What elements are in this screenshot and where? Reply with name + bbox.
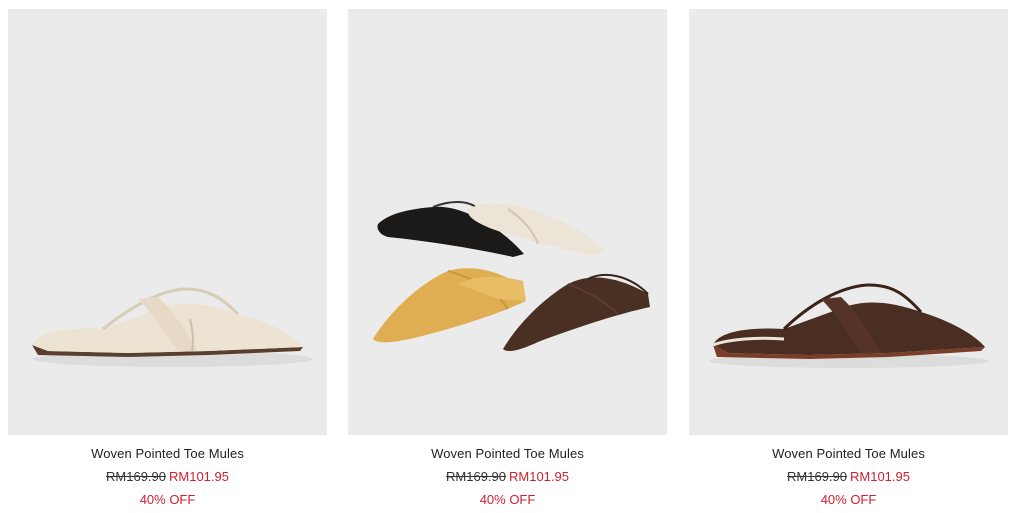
product-grid: Woven Pointed Toe Mules RM169.90 RM101.95… (0, 0, 1015, 513)
product-name[interactable]: Woven Pointed Toe Mules (689, 445, 1008, 462)
original-price: RM169.90 (106, 469, 166, 484)
discount-label: 40% OFF (820, 492, 877, 507)
original-price: RM169.90 (787, 469, 847, 484)
original-price: RM169.90 (446, 469, 506, 484)
price-row: RM169.90 RM101.95 (348, 468, 667, 485)
product-name[interactable]: Woven Pointed Toe Mules (8, 445, 327, 462)
price-row: RM169.90 RM101.95 (8, 468, 327, 485)
product-card[interactable]: Woven Pointed Toe Mules RM169.90 RM101.95… (689, 9, 1008, 508)
sale-price: RM101.95 (509, 469, 569, 484)
chalk-mule-illustration (32, 287, 313, 367)
group-mules-illustration (373, 201, 650, 352)
price-row: RM169.90 RM101.95 (689, 468, 1008, 485)
sale-price: RM101.95 (850, 469, 910, 484)
product-image[interactable] (8, 9, 327, 435)
product-image[interactable] (348, 9, 667, 435)
discount-label: 40% OFF (479, 492, 536, 507)
product-card[interactable]: Woven Pointed Toe Mules RM169.90 RM101.95… (8, 9, 327, 508)
brown-mule-illustration (709, 283, 989, 368)
product-name[interactable]: Woven Pointed Toe Mules (348, 445, 667, 462)
sale-price: RM101.95 (169, 469, 229, 484)
product-card[interactable]: Woven Pointed Toe Mules RM169.90 RM101.95… (348, 9, 667, 508)
product-image[interactable] (689, 9, 1008, 435)
discount-label: 40% OFF (139, 492, 196, 507)
